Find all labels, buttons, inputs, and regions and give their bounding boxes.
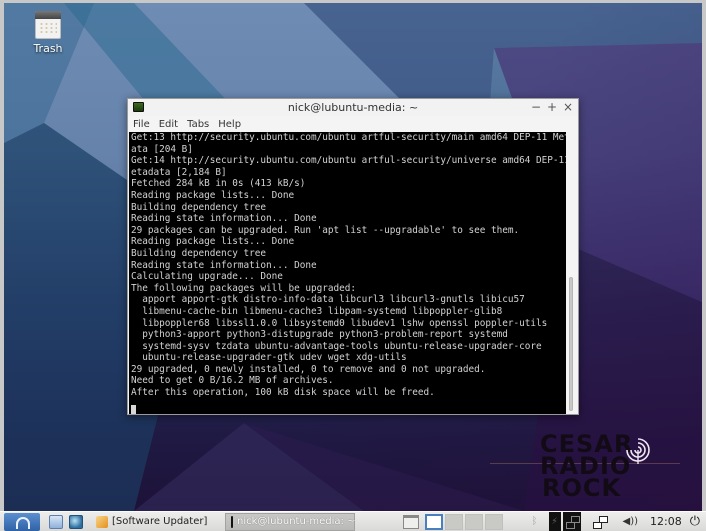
network-icon[interactable] (591, 514, 609, 530)
show-desktop-button[interactable] (402, 514, 419, 529)
taskbar-task-software-updater[interactable]: [Software Updater] (91, 513, 223, 531)
trash-icon (35, 11, 61, 39)
file-manager-launcher-icon[interactable] (49, 514, 63, 529)
text-cursor (131, 404, 136, 414)
window-title: nick@lubuntu-media: ~ (287, 101, 419, 114)
workspace-1[interactable] (424, 513, 443, 530)
task-label: [Software Updater] (112, 516, 208, 527)
watermark-line: ROCK (542, 474, 622, 502)
network-monitor-icon[interactable] (562, 511, 581, 531)
start-menu-button[interactable] (4, 512, 40, 531)
menu-tabs[interactable]: Tabs (187, 119, 209, 130)
menu-file[interactable]: File (133, 119, 150, 130)
watermark: CESAR RADIO ROCK (490, 431, 680, 507)
software-updater-icon (96, 515, 108, 528)
workspace-3[interactable] (464, 513, 483, 530)
task-label: nick@lubuntu-media: ~ (237, 516, 356, 527)
menu-help[interactable]: Help (218, 119, 241, 130)
maximize-button[interactable]: + (547, 100, 557, 114)
workspace-2[interactable] (444, 513, 463, 530)
power-icon[interactable]: ⏻ (690, 514, 700, 529)
volume-icon[interactable]: ◀)) (623, 516, 639, 527)
bluetooth-icon[interactable]: ᛒ (529, 516, 541, 527)
scrollbar-thumb[interactable] (569, 277, 573, 411)
taskbar: [Software Updater] nick@lubuntu-media: ~… (0, 511, 706, 531)
menu-bar: File Edit Tabs Help (128, 116, 578, 132)
terminal-text: Get:13 http://security.ubuntu.com/ubuntu… (131, 132, 566, 399)
web-browser-launcher-icon[interactable] (69, 514, 83, 529)
radio-waves-icon (626, 438, 650, 464)
workspace-4[interactable] (484, 513, 503, 530)
terminal-icon (231, 515, 233, 528)
desktop-icon-label: Trash (33, 42, 63, 55)
window-titlebar[interactable]: nick@lubuntu-media: ~ − + × (128, 99, 578, 116)
minimize-button[interactable]: − (531, 100, 541, 114)
clock[interactable]: 12:08 (650, 515, 682, 528)
system-tray: ᛒ ⚡ ◀)) 12:08 ⏻ (503, 511, 706, 531)
desktop-icon-trash[interactable]: Trash (24, 11, 72, 55)
close-button[interactable]: × (563, 100, 573, 114)
terminal-window[interactable]: nick@lubuntu-media: ~ − + × File Edit Ta… (127, 98, 579, 415)
taskbar-task-terminal[interactable]: nick@lubuntu-media: ~ (225, 512, 356, 531)
terminal-output[interactable]: Get:13 http://security.ubuntu.com/ubuntu… (129, 132, 566, 414)
scrollbar[interactable] (566, 132, 577, 414)
battery-icon[interactable]: ⚡ (548, 511, 561, 531)
menu-edit[interactable]: Edit (159, 119, 178, 130)
